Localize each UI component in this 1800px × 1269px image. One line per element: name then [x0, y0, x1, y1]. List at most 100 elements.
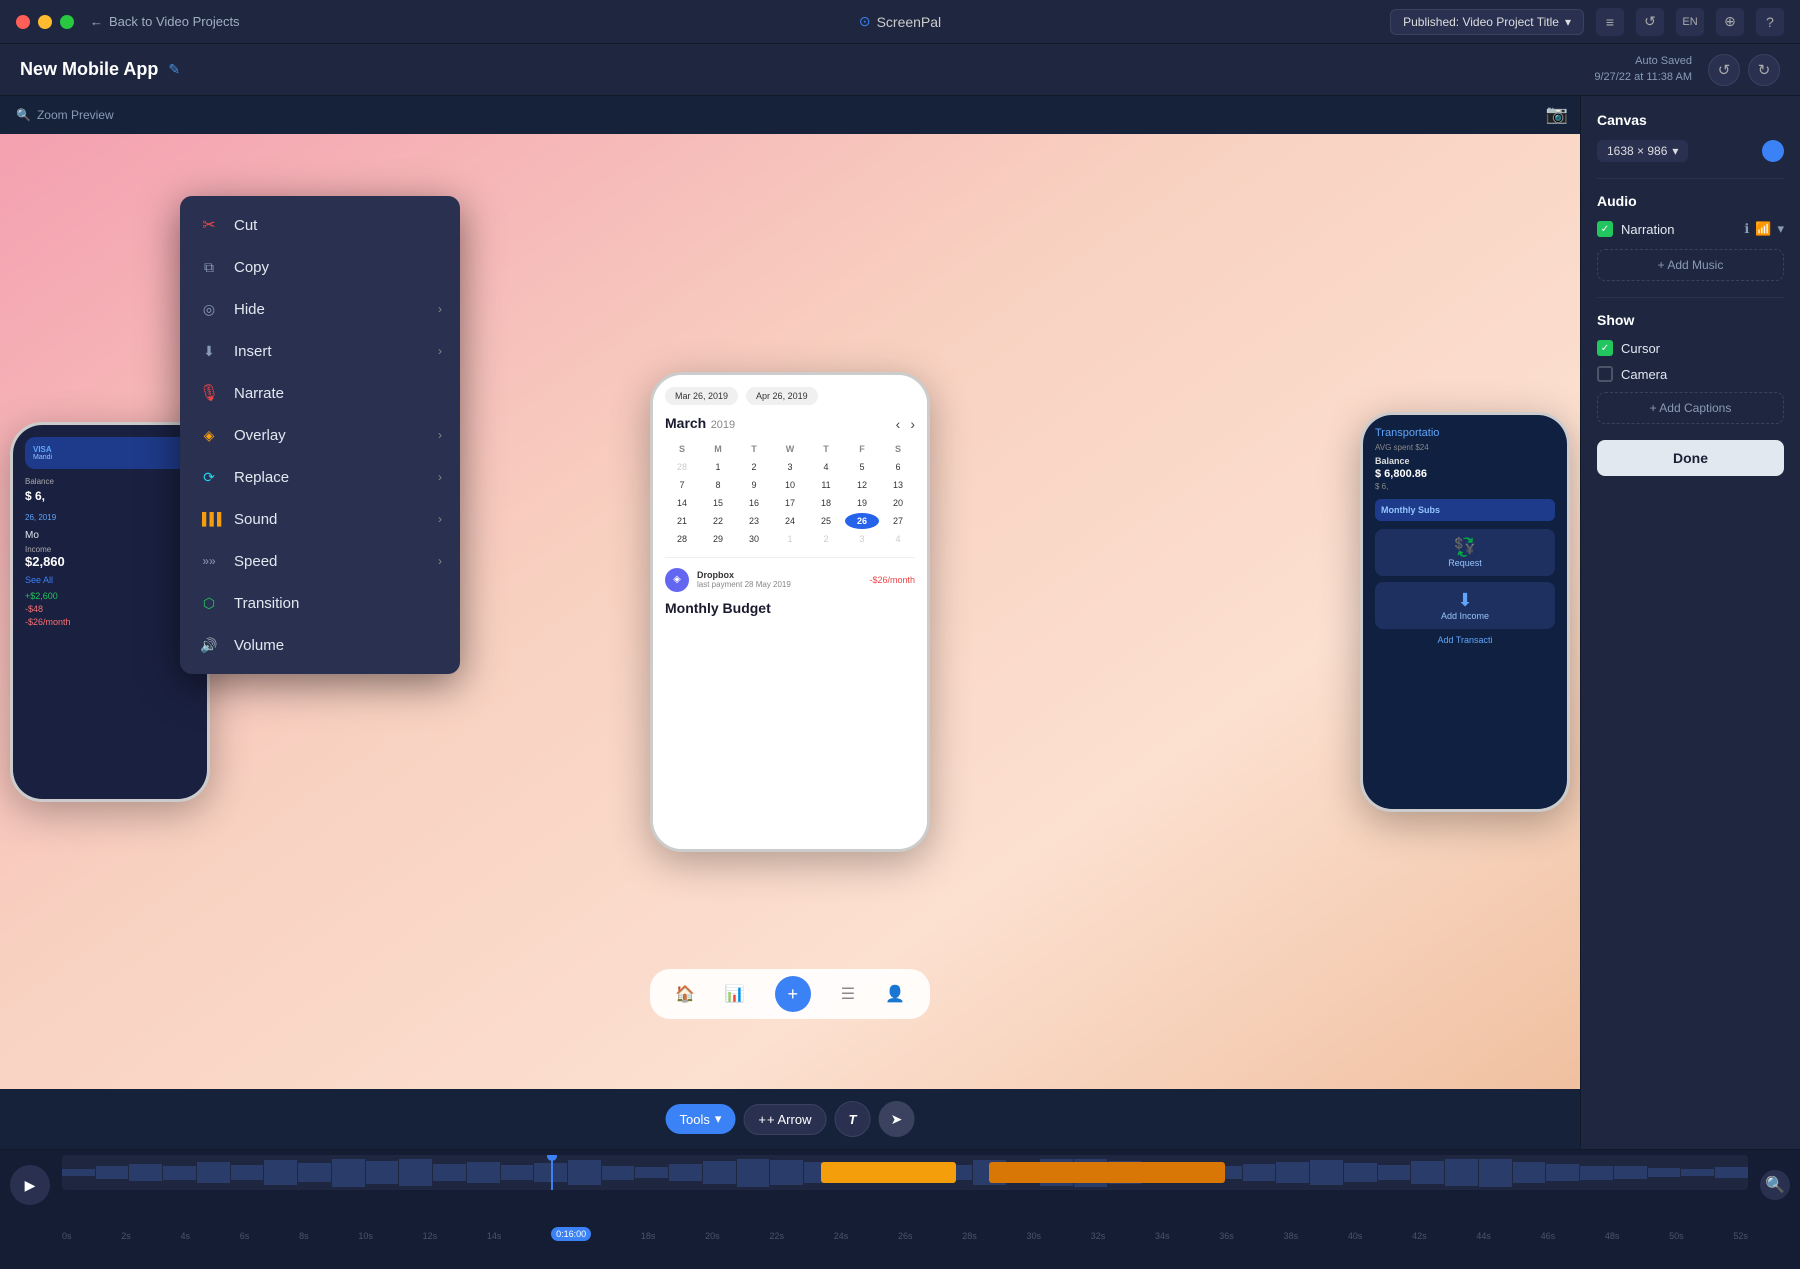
- publish-button[interactable]: Published: Video Project Title ▾: [1390, 9, 1584, 35]
- context-menu-item-narrate[interactable]: 🎙 Narrate: [180, 372, 460, 414]
- undo-button[interactable]: ↺: [1708, 54, 1740, 86]
- layers-icon-btn[interactable]: ⊕: [1716, 8, 1744, 36]
- cal-day[interactable]: 20: [881, 495, 915, 511]
- minimize-button[interactable]: [38, 15, 52, 29]
- narration-chevron-icon[interactable]: ▾: [1777, 221, 1784, 237]
- waveform-bar: [1614, 1166, 1647, 1178]
- cal-day[interactable]: 25: [809, 513, 843, 529]
- cal-day[interactable]: 28: [665, 459, 699, 475]
- language-icon-btn[interactable]: EN: [1676, 8, 1704, 36]
- context-menu-item-replace[interactable]: ⟳ Replace ›: [180, 456, 460, 498]
- cal-day[interactable]: 2: [737, 459, 771, 475]
- replace-icon: ⟳: [198, 466, 220, 488]
- back-button[interactable]: ← Back to Video Projects: [90, 14, 240, 29]
- filter-icon-btn[interactable]: ≡: [1596, 8, 1624, 36]
- cal-day[interactable]: 1: [773, 531, 807, 547]
- zoom-preview-label: 🔍 Zoom Preview: [16, 108, 114, 122]
- cal-day-selected[interactable]: 26: [845, 513, 879, 529]
- camera-button[interactable]: 📷: [1546, 104, 1568, 125]
- add-captions-button[interactable]: + Add Captions: [1597, 392, 1784, 424]
- arrow-button[interactable]: + + Arrow: [743, 1104, 826, 1135]
- narration-row: ✓ Narration ℹ 📶 ▾: [1597, 221, 1784, 237]
- timeline-segment-orange[interactable]: [821, 1162, 956, 1183]
- play-button[interactable]: ▶: [10, 1165, 50, 1205]
- add-music-button[interactable]: + Add Music: [1597, 249, 1784, 281]
- day-header-t2: T: [809, 441, 843, 457]
- cal-day[interactable]: 9: [737, 477, 771, 493]
- waveform-background: [62, 1155, 1748, 1215]
- cal-day[interactable]: 1: [701, 459, 735, 475]
- info-icon[interactable]: ℹ: [1744, 221, 1749, 237]
- cal-next-button[interactable]: ›: [910, 416, 915, 432]
- context-menu: ✂ Cut ⧉ Copy ◎ Hide › ⬇ Insert › 🎙: [180, 196, 460, 674]
- timeline-playhead[interactable]: [551, 1155, 553, 1190]
- cal-day[interactable]: 12: [845, 477, 879, 493]
- cal-day[interactable]: 29: [701, 531, 735, 547]
- maximize-button[interactable]: [60, 15, 74, 29]
- cursor-checkbox[interactable]: ✓: [1597, 340, 1613, 356]
- waveform-bar: [433, 1164, 466, 1182]
- cal-day[interactable]: 22: [701, 513, 735, 529]
- cal-day[interactable]: 7: [665, 477, 699, 493]
- cal-day[interactable]: 18: [809, 495, 843, 511]
- cal-prev-button[interactable]: ‹: [896, 416, 901, 432]
- cal-day[interactable]: 2: [809, 531, 843, 547]
- canvas-toggle[interactable]: [1762, 140, 1784, 162]
- cal-day[interactable]: 4: [881, 531, 915, 547]
- cal-day[interactable]: 3: [773, 459, 807, 475]
- cursor-button[interactable]: ➤: [878, 1101, 914, 1137]
- done-button[interactable]: Done: [1597, 440, 1784, 476]
- cal-day[interactable]: 8: [701, 477, 735, 493]
- context-menu-item-volume[interactable]: 🔊 Volume: [180, 624, 460, 666]
- cal-day[interactable]: 5: [845, 459, 879, 475]
- titlebar-right: Published: Video Project Title ▾ ≡ ↺ EN …: [1390, 8, 1784, 36]
- waveform-bar: [1411, 1161, 1444, 1184]
- cal-day[interactable]: 13: [881, 477, 915, 493]
- cal-day[interactable]: 24: [773, 513, 807, 529]
- close-button[interactable]: [16, 15, 30, 29]
- camera-checkbox[interactable]: [1597, 366, 1613, 382]
- waveform-container[interactable]: [62, 1155, 1748, 1215]
- cal-day[interactable]: 17: [773, 495, 807, 511]
- tools-button[interactable]: Tools ▾: [666, 1104, 736, 1134]
- cal-day[interactable]: 19: [845, 495, 879, 511]
- ruler-mark-12s: 12s: [423, 1231, 438, 1241]
- waveform-bar: [298, 1163, 331, 1182]
- context-menu-item-cut[interactable]: ✂ Cut: [180, 204, 460, 246]
- sound-arrow-icon: ›: [438, 512, 442, 526]
- cal-day[interactable]: 4: [809, 459, 843, 475]
- cal-grid: S M T W T F S 28 1 2 3 4: [665, 441, 915, 547]
- cal-day[interactable]: 16: [737, 495, 771, 511]
- cal-day[interactable]: 30: [737, 531, 771, 547]
- history-icon-btn[interactable]: ↺: [1636, 8, 1664, 36]
- cal-day[interactable]: 3: [845, 531, 879, 547]
- cal-day[interactable]: 23: [737, 513, 771, 529]
- cal-day[interactable]: 10: [773, 477, 807, 493]
- cal-day[interactable]: 15: [701, 495, 735, 511]
- context-menu-item-sound[interactable]: ▐▐▐ Sound ›: [180, 498, 460, 540]
- context-menu-item-speed[interactable]: »» Speed ›: [180, 540, 460, 582]
- text-button[interactable]: T: [834, 1101, 870, 1137]
- cal-day[interactable]: 11: [809, 477, 843, 493]
- cal-day[interactable]: 6: [881, 459, 915, 475]
- ruler-mark-48s: 48s: [1605, 1231, 1620, 1241]
- context-menu-item-insert[interactable]: ⬇ Insert ›: [180, 330, 460, 372]
- context-menu-item-copy[interactable]: ⧉ Copy: [180, 246, 460, 288]
- timeline-segment-yellow[interactable]: [989, 1162, 1225, 1183]
- cal-day[interactable]: 28: [665, 531, 699, 547]
- narration-checkbox[interactable]: ✓: [1597, 221, 1613, 237]
- context-menu-item-overlay[interactable]: ◈ Overlay ›: [180, 414, 460, 456]
- edit-title-icon[interactable]: ✎: [168, 61, 180, 78]
- timeline-search-button[interactable]: 🔍: [1760, 1170, 1790, 1200]
- cal-day[interactable]: 14: [665, 495, 699, 511]
- context-menu-item-transition[interactable]: ⬡ Transition: [180, 582, 460, 624]
- ruler-mark-2s: 2s: [121, 1231, 131, 1241]
- redo-button[interactable]: ↻: [1748, 54, 1780, 86]
- canvas-size-badge[interactable]: 1638 × 986 ▾: [1597, 140, 1688, 162]
- cal-day[interactable]: 21: [665, 513, 699, 529]
- context-menu-item-hide[interactable]: ◎ Hide ›: [180, 288, 460, 330]
- help-icon-btn[interactable]: ?: [1756, 8, 1784, 36]
- cal-day[interactable]: 27: [881, 513, 915, 529]
- tools-label: Tools: [680, 1112, 710, 1127]
- ruler-mark-18s: 18s: [641, 1231, 656, 1241]
